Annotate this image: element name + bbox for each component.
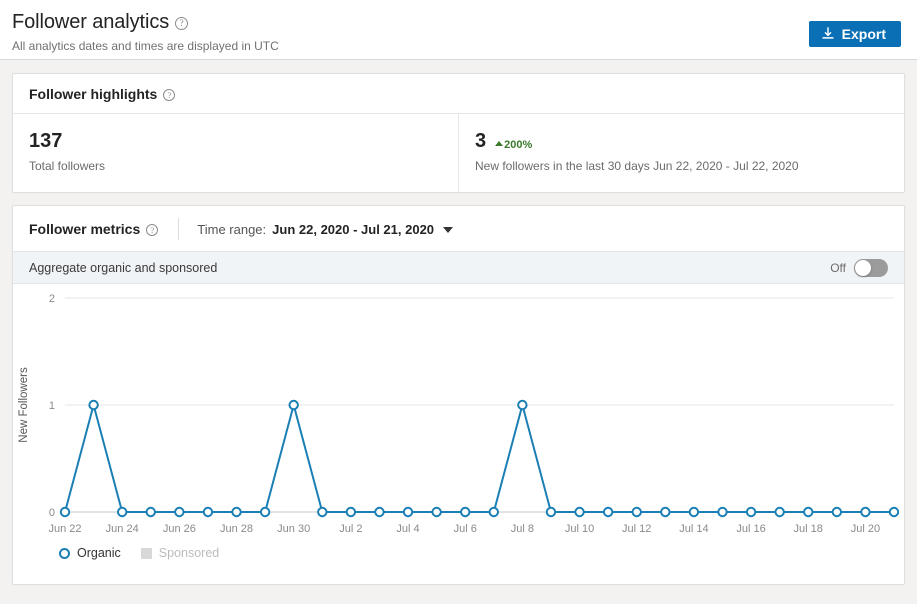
download-icon [821, 27, 835, 41]
legend-item-organic[interactable]: Organic [59, 546, 121, 560]
x-tick-label: Jul 2 [339, 523, 362, 535]
follower-highlights-header: Follower highlights ? [13, 74, 904, 114]
data-point[interactable] [288, 399, 299, 411]
data-point[interactable] [431, 506, 442, 518]
time-range-value[interactable]: Jun 22, 2020 - Jul 21, 2020 [272, 222, 434, 237]
legend-label-sponsored: Sponsored [158, 546, 220, 560]
follower-metrics-card: Follower metrics ? Time range: Jun 22, 2… [12, 205, 905, 585]
data-point[interactable] [660, 506, 671, 518]
follower-metrics-title: Follower metrics [29, 221, 141, 237]
follower-highlights-card: Follower highlights ? 137 Total follower… [12, 73, 905, 193]
page-header: Follower analytics ? All analytics dates… [0, 0, 917, 60]
follower-metrics-header: Follower metrics ? Time range: Jun 22, 2… [13, 206, 904, 252]
aggregate-toggle[interactable] [854, 258, 888, 277]
highlight-value-row: 3 200% [475, 130, 888, 152]
data-point[interactable] [831, 506, 843, 518]
data-point[interactable] [517, 399, 528, 411]
page-body: Follower highlights ? 137 Total follower… [0, 60, 917, 585]
y-tick-label: 1 [49, 400, 55, 412]
new-followers-delta: 200% [495, 139, 532, 151]
total-followers-label: Total followers [29, 159, 106, 173]
page-title: Follower analytics [12, 11, 170, 33]
highlight-value-row: 137 [29, 130, 442, 152]
y-tick-label: 2 [49, 293, 55, 305]
data-point[interactable] [145, 506, 156, 518]
square-marker-icon [140, 547, 152, 559]
data-point[interactable] [574, 506, 585, 518]
new-followers-value: 3 [475, 130, 487, 152]
caret-up-icon [495, 141, 504, 146]
highlight-total-followers: 137 Total followers [13, 114, 458, 192]
x-tick-label: Jul 20 [851, 523, 880, 535]
highlights-row: 137 Total followers 3 200% New followers… [13, 114, 904, 192]
x-tick-label: Jul 14 [679, 523, 708, 535]
chart-svg[interactable]: 0 1 2 New Followers Jun 22 Jun 24 Jun 26 Jun 28… [13, 284, 904, 552]
data-point[interactable] [374, 506, 385, 518]
x-tick-label: Jun 30 [277, 523, 310, 535]
data-point[interactable] [202, 506, 214, 518]
export-button-label: Export [841, 26, 886, 42]
data-point[interactable] [345, 506, 357, 518]
help-circle-icon[interactable]: ? [146, 224, 159, 236]
x-tick-label: Jul 4 [396, 523, 419, 535]
toggle-knob [855, 259, 871, 276]
legend-item-sponsored[interactable]: Sponsored [140, 546, 220, 560]
x-tick-label: Jul 12 [622, 523, 651, 535]
aggregate-toggle-state: Off [830, 260, 846, 275]
data-point[interactable] [745, 506, 757, 518]
x-tick-label: Jun 26 [163, 523, 196, 535]
data-point[interactable] [545, 506, 557, 518]
data-point[interactable] [460, 506, 471, 518]
x-tick-label: Jun 24 [106, 523, 139, 535]
total-followers-value: 137 [29, 130, 63, 152]
page-subtitle: All analytics dates and times are displa… [12, 39, 279, 53]
data-point[interactable] [888, 506, 900, 518]
follower-highlights-title: Follower highlights [29, 86, 158, 102]
x-tick-label: Jul 8 [511, 523, 534, 535]
x-tick-label: Jul 18 [794, 523, 823, 535]
data-point[interactable] [631, 506, 642, 518]
title-row: Follower analytics ? [12, 10, 901, 34]
data-point[interactable] [688, 506, 700, 518]
data-point[interactable] [860, 506, 871, 518]
data-point[interactable] [602, 506, 614, 518]
time-range-label: Time range: [197, 221, 267, 237]
data-point[interactable] [717, 506, 728, 518]
data-point[interactable] [174, 506, 185, 518]
aggregate-toggle-wrap: Off [830, 258, 888, 277]
follower-metrics-chart: 0 1 2 New Followers Jun 22 Jun 24 Jun 26 Jun 28… [13, 284, 904, 584]
x-tick-label: Jun 22 [48, 523, 81, 535]
data-point[interactable] [803, 506, 814, 518]
legend-label-organic: Organic [77, 546, 121, 560]
help-circle-icon[interactable]: ? [175, 16, 189, 30]
aggregate-label: Aggregate organic and sponsored [29, 260, 218, 275]
new-followers-delta-value: 200% [504, 138, 533, 151]
data-point[interactable] [317, 506, 328, 518]
chevron-down-icon[interactable] [443, 227, 454, 233]
header-divider [178, 218, 180, 240]
data-point[interactable] [774, 506, 785, 518]
new-followers-label: New followers in the last 30 days Jun 22… [475, 159, 799, 173]
circle-marker-icon [59, 547, 70, 559]
help-circle-icon[interactable]: ? [163, 89, 176, 101]
data-point[interactable] [59, 506, 71, 518]
highlight-new-followers: 3 200% New followers in the last 30 days… [458, 114, 904, 192]
data-point[interactable] [88, 399, 99, 411]
data-point[interactable] [488, 506, 499, 518]
aggregate-bar: Aggregate organic and sponsored Off [13, 252, 904, 284]
x-tick-label: Jul 10 [565, 523, 594, 535]
data-point[interactable] [402, 506, 414, 518]
x-tick-label: Jul 6 [454, 523, 477, 535]
y-tick-label: 0 [49, 507, 55, 519]
data-point[interactable] [259, 506, 271, 518]
chart-legend: Organic Sponsored [13, 546, 904, 560]
x-tick-label: Jul 16 [736, 523, 765, 535]
export-button[interactable]: Export [808, 21, 901, 47]
data-point[interactable] [116, 506, 128, 518]
x-tick-label: Jun 28 [220, 523, 253, 535]
data-point[interactable] [231, 506, 242, 518]
y-axis-title: New Followers [18, 367, 30, 443]
series-line [64, 404, 895, 513]
